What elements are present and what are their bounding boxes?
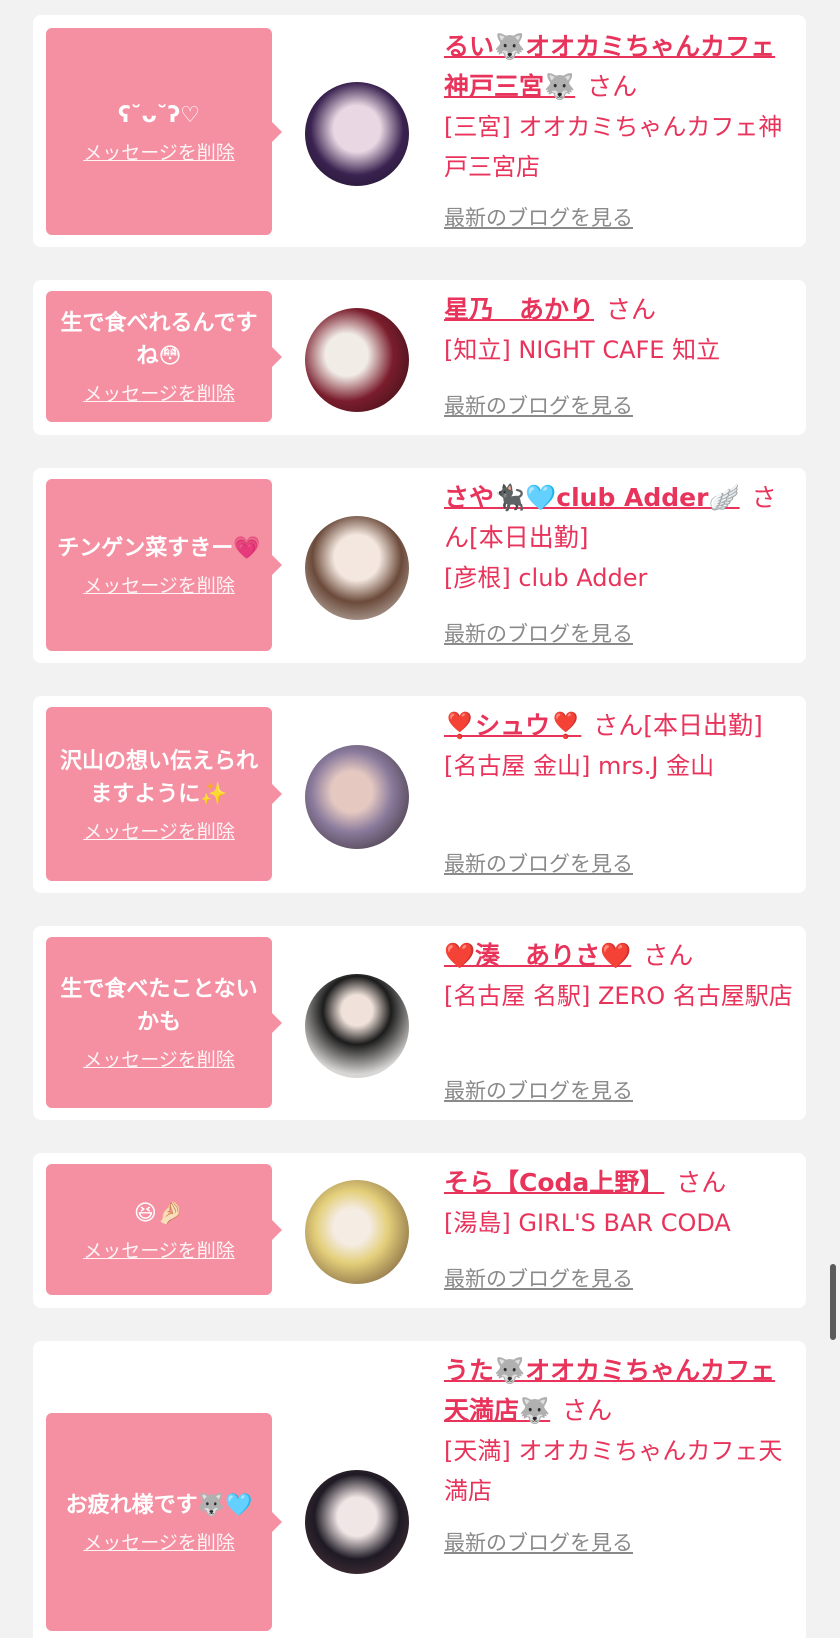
delete-message-link[interactable]: メッセージを削除: [83, 817, 235, 844]
honorific: さん: [562, 1396, 613, 1425]
latest-blog-link[interactable]: 最新のブログを見る: [444, 390, 633, 420]
message-text: 生で食べれるんですね😳: [60, 311, 258, 369]
message-bubble: 😆🤌🏻 メッセージを削除: [46, 1164, 272, 1295]
cast-info: さや🐈‍⬛🩵club Adder🪽 さん[本日出勤] [彦根] club Adde…: [444, 478, 794, 598]
delete-message-link[interactable]: メッセージを削除: [83, 1236, 235, 1263]
delete-message-link[interactable]: メッセージを削除: [83, 1045, 235, 1072]
shop-name: [名古屋 金山] mrs.J 金山: [444, 752, 715, 780]
message-text: お疲れ様です🐺🩵: [65, 1493, 253, 1518]
honorific: さん: [676, 1168, 727, 1197]
shop-name: [湯島] GIRL'S BAR CODA: [444, 1209, 731, 1237]
shop-name: [三宮] オオカミちゃんカフェ神戸三宮店: [444, 113, 783, 181]
cast-name-link[interactable]: ❤️湊 ありさ❤️: [444, 941, 631, 970]
cast-info: ❤️湊 ありさ❤️ さん [名古屋 名駅] ZERO 名古屋駅店: [444, 936, 794, 1016]
message-card: 😆🤌🏻 メッセージを削除 そら【Coda上野】 さん [湯島] GIRL'S BA…: [33, 1153, 806, 1308]
profile-avatar[interactable]: [305, 1470, 409, 1574]
message-text: 沢山の想い伝えられますように✨: [59, 748, 258, 807]
cast-name-link[interactable]: さや🐈‍⬛🩵club Adder🪽: [444, 483, 740, 512]
message-bubble: 沢山の想い伝えられますように✨ メッセージを削除: [46, 707, 272, 881]
work-status: [本日出勤]: [469, 523, 589, 552]
cast-info: うた🐺オオカミちゃんカフェ天満店🐺 さん [天満] オオカミちゃんカフェ天満店: [444, 1351, 794, 1511]
message-card: ʕ˘ᴗ˘ʔ♡ メッセージを削除 るい🐺オオカミちゃんカフェ神戸三宮🐺 さん [三宮…: [33, 15, 806, 247]
message-card: 沢山の想い伝えられますように✨ メッセージを削除 ❣️シュウ❣️ さん[本日出勤]…: [33, 696, 806, 893]
message-bubble: ʕ˘ᴗ˘ʔ♡ メッセージを削除: [46, 28, 272, 235]
cast-info: そら【Coda上野】 さん [湯島] GIRL'S BAR CODA: [444, 1163, 794, 1243]
message-card: 生で食べたことないかも メッセージを削除 ❤️湊 ありさ❤️ さん [名古屋 名駅…: [33, 926, 806, 1120]
delete-message-link[interactable]: メッセージを削除: [83, 571, 235, 598]
latest-blog-link[interactable]: 最新のブログを見る: [444, 202, 633, 232]
latest-blog-link[interactable]: 最新のブログを見る: [444, 848, 633, 878]
cast-info: 星乃 あかり さん [知立] NIGHT CAFE 知立: [444, 290, 794, 370]
latest-blog-link[interactable]: 最新のブログを見る: [444, 1075, 633, 1105]
honorific: さん: [606, 295, 657, 324]
delete-message-link[interactable]: メッセージを削除: [83, 379, 235, 406]
honorific: さん: [593, 711, 644, 740]
latest-blog-link[interactable]: 最新のブログを見る: [444, 1527, 633, 1557]
shop-name: [天満] オオカミちゃんカフェ天満店: [444, 1437, 783, 1505]
profile-avatar[interactable]: [305, 745, 409, 849]
profile-avatar[interactable]: [305, 308, 409, 412]
message-bubble: お疲れ様です🐺🩵 メッセージを削除: [46, 1413, 272, 1631]
latest-blog-link[interactable]: 最新のブログを見る: [444, 618, 633, 648]
message-text: ʕ˘ᴗ˘ʔ♡: [117, 102, 201, 128]
profile-avatar[interactable]: [305, 1180, 409, 1284]
delete-message-link[interactable]: メッセージを削除: [83, 1528, 235, 1555]
message-card: 生で食べれるんですね😳 メッセージを削除 星乃 あかり さん [知立] NIGHT…: [33, 280, 806, 435]
latest-blog-link[interactable]: 最新のブログを見る: [444, 1263, 633, 1293]
message-text: 😆🤌🏻: [133, 1200, 185, 1226]
honorific: さん: [587, 72, 638, 101]
message-card: お疲れ様です🐺🩵 メッセージを削除 うた🐺オオカミちゃんカフェ天満店🐺 さん [天…: [33, 1341, 806, 1638]
message-text: 生で食べたことないかも: [60, 977, 258, 1035]
message-text: チンゲン菜すきー💗: [57, 536, 261, 561]
cast-name-link[interactable]: ❣️シュウ❣️: [444, 711, 581, 740]
cast-name-link[interactable]: 星乃 あかり: [444, 295, 594, 324]
delete-message-link[interactable]: メッセージを削除: [83, 138, 235, 165]
honorific: さん: [643, 941, 694, 970]
work-status: [本日出勤]: [643, 711, 763, 740]
shop-name: [知立] NIGHT CAFE 知立: [444, 336, 721, 364]
message-bubble: チンゲン菜すきー💗 メッセージを削除: [46, 479, 272, 651]
message-card: チンゲン菜すきー💗 メッセージを削除 さや🐈‍⬛🩵club Adder🪽 さん[本…: [33, 468, 806, 663]
profile-avatar[interactable]: [305, 82, 409, 186]
message-bubble: 生で食べれるんですね😳 メッセージを削除: [46, 291, 272, 422]
profile-avatar[interactable]: [305, 516, 409, 620]
profile-avatar[interactable]: [305, 974, 409, 1078]
shop-name: [彦根] club Adder: [444, 564, 648, 592]
cast-info: ❣️シュウ❣️ さん[本日出勤] [名古屋 金山] mrs.J 金山: [444, 706, 794, 786]
cast-info: るい🐺オオカミちゃんカフェ神戸三宮🐺 さん [三宮] オオカミちゃんカフェ神戸三宮…: [444, 27, 794, 187]
message-bubble: 生で食べたことないかも メッセージを削除: [46, 937, 272, 1108]
shop-name: [名古屋 名駅] ZERO 名古屋駅店: [444, 982, 793, 1010]
cast-name-link[interactable]: そら【Coda上野】: [444, 1168, 664, 1197]
scrollbar[interactable]: [830, 1264, 836, 1340]
